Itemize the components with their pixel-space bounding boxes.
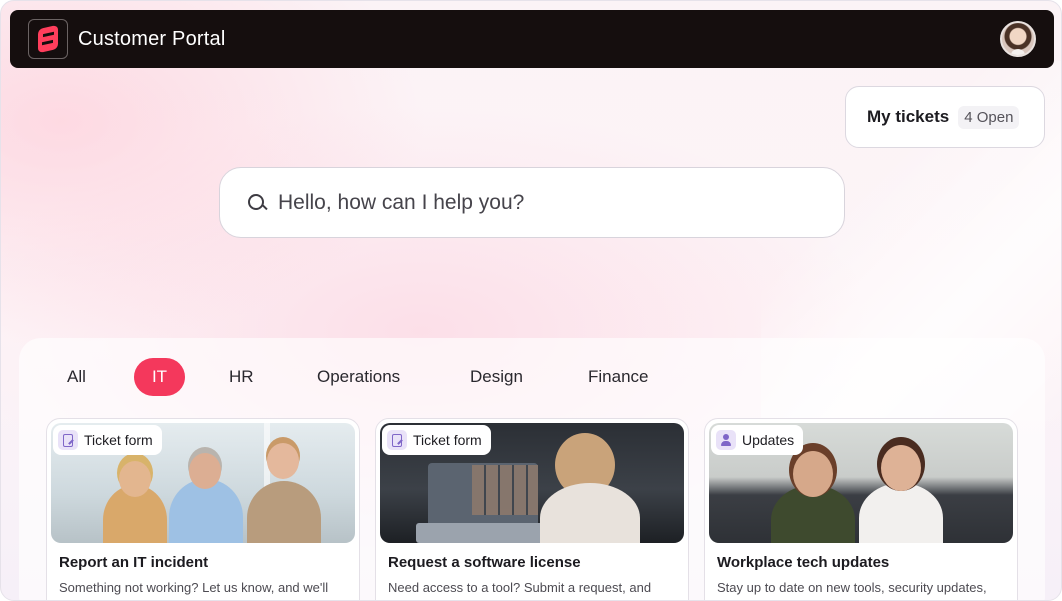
tab-finance[interactable]: Finance: [588, 358, 648, 396]
tab-all[interactable]: All: [67, 358, 86, 396]
card-description: Something not working? Let us know, and …: [59, 580, 329, 595]
search-bar[interactable]: [219, 167, 845, 238]
card-type-badge: Ticket form: [53, 425, 162, 455]
search-input[interactable]: [278, 190, 818, 215]
card-type-badge: Ticket form: [382, 425, 491, 455]
top-navigation-bar: Customer Portal: [10, 10, 1054, 68]
brand-logo-icon[interactable]: [28, 19, 68, 59]
my-tickets-button[interactable]: My tickets 4 Open: [845, 86, 1045, 148]
card-title: Workplace tech updates: [717, 554, 890, 571]
card-workplace-tech-updates[interactable]: Updates Workplace tech updates Stay up t…: [704, 418, 1018, 600]
services-panel: All IT HR Operations Design Finance Tick…: [19, 338, 1045, 600]
card-description: Stay up to date on new tools, security u…: [717, 580, 987, 595]
card-title: Report an IT incident: [59, 554, 209, 571]
logo-mark: [38, 24, 58, 54]
card-type-badge: Updates: [711, 425, 804, 455]
card-request-software-license[interactable]: Ticket form Request a software license N…: [375, 418, 689, 600]
my-tickets-label: My tickets: [867, 107, 950, 126]
card-report-it-incident[interactable]: Ticket form Report an IT incident Someth…: [46, 418, 360, 600]
user-avatar[interactable]: [1000, 21, 1036, 57]
person-icon: [716, 430, 736, 450]
open-tickets-badge: 4 Open: [958, 105, 1020, 129]
card-title: Request a software license: [388, 554, 581, 571]
app-title: Customer Portal: [78, 27, 226, 50]
search-icon: [246, 192, 268, 214]
card-badge-label: Updates: [742, 432, 795, 448]
ticket-form-icon: [387, 430, 407, 450]
portal-frame: Customer Portal My tickets 4 Open All IT…: [0, 0, 1062, 601]
tab-it[interactable]: IT: [134, 358, 185, 396]
card-badge-label: Ticket form: [413, 432, 482, 448]
card-badge-label: Ticket form: [84, 432, 153, 448]
tab-operations[interactable]: Operations: [317, 358, 400, 396]
card-description: Need access to a tool? Submit a request,…: [388, 580, 652, 595]
ticket-form-icon: [58, 430, 78, 450]
tab-hr[interactable]: HR: [229, 358, 254, 396]
tab-design[interactable]: Design: [470, 358, 523, 396]
